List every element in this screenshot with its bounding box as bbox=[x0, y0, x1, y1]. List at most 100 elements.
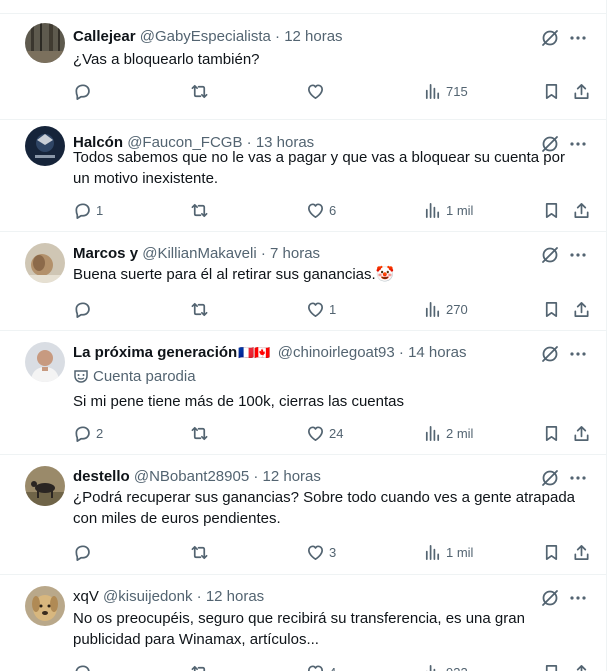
display-name[interactable]: Marcos y bbox=[73, 245, 138, 262]
handle[interactable]: @NBobant28905 bbox=[134, 468, 249, 485]
handle[interactable]: @kisuijedonk bbox=[103, 588, 192, 605]
timestamp[interactable]: 12 horas bbox=[206, 588, 264, 605]
separator: · bbox=[253, 468, 259, 485]
share-button[interactable] bbox=[572, 661, 595, 671]
tweet-header: destello @NBobant28905 · 12 horas bbox=[73, 467, 526, 487]
views-icon bbox=[425, 664, 436, 671]
like-button[interactable]: 4 bbox=[306, 661, 336, 671]
like-button[interactable]: 24 bbox=[306, 422, 343, 444]
grok-icon[interactable] bbox=[540, 28, 560, 48]
like-button[interactable]: 1 bbox=[306, 298, 336, 320]
reply-button[interactable] bbox=[73, 541, 96, 563]
reply-icon bbox=[75, 425, 90, 442]
reply-icon bbox=[75, 83, 90, 100]
handle[interactable]: @chinoirlegoat93 bbox=[278, 344, 395, 361]
tweet-text: Buena suerte para él al retirar sus gana… bbox=[73, 266, 395, 283]
repost-button[interactable] bbox=[190, 541, 213, 563]
bookmark-button[interactable] bbox=[542, 422, 565, 444]
share-button[interactable] bbox=[572, 422, 595, 444]
share-button[interactable] bbox=[572, 199, 595, 221]
more-icon[interactable] bbox=[568, 28, 588, 48]
share-icon bbox=[574, 83, 589, 99]
repost-icon bbox=[191, 426, 208, 440]
avatar[interactable] bbox=[25, 23, 65, 63]
name-flags: 🇫🇷🇨🇦 bbox=[238, 345, 271, 360]
views-button[interactable]: 2 mil bbox=[423, 422, 473, 444]
avatar[interactable] bbox=[25, 586, 65, 626]
display-name[interactable]: xqV bbox=[73, 588, 99, 605]
avatar[interactable] bbox=[25, 126, 65, 166]
bookmark-button[interactable] bbox=[542, 199, 565, 221]
tweet[interactable]: La próxima generación🇫🇷🇨🇦 @chinoirlegoat… bbox=[0, 331, 606, 455]
like-button[interactable]: 3 bbox=[306, 541, 336, 563]
parody-mask-icon bbox=[74, 370, 88, 383]
tweet[interactable]: destello @NBobant28905 · 12 horas ¿Podrá… bbox=[0, 455, 606, 575]
handle[interactable]: @GabyEspecialista bbox=[140, 28, 271, 45]
like-button[interactable] bbox=[306, 80, 329, 102]
replies-timeline: Callejear @GabyEspecialista · 12 horas ¿… bbox=[0, 0, 607, 671]
grok-icon[interactable] bbox=[540, 588, 560, 608]
reply-button[interactable] bbox=[73, 80, 96, 102]
repost-button[interactable] bbox=[190, 422, 213, 444]
handle[interactable]: @KillianMakaveli bbox=[142, 245, 256, 262]
views-button[interactable]: 715 bbox=[423, 80, 468, 102]
reply-button[interactable]: 1 bbox=[73, 199, 103, 221]
bookmark-button[interactable] bbox=[542, 80, 565, 102]
timestamp[interactable]: 12 horas bbox=[263, 468, 321, 485]
bookmark-button[interactable] bbox=[542, 298, 565, 320]
display-name[interactable]: destello bbox=[73, 468, 130, 485]
like-button[interactable]: 6 bbox=[306, 199, 336, 221]
bookmark-button[interactable] bbox=[542, 541, 565, 563]
repost-button[interactable] bbox=[190, 298, 213, 320]
more-icon[interactable] bbox=[568, 245, 588, 265]
separator: · bbox=[260, 245, 266, 262]
reply-button[interactable]: 2 bbox=[73, 422, 103, 444]
tweet-actions: 1 6 1 mil bbox=[73, 199, 593, 221]
display-name[interactable]: Callejear bbox=[73, 28, 136, 45]
tweet-text: No os preocupéis, seguro que recibirá su… bbox=[73, 610, 525, 648]
repost-icon bbox=[191, 84, 208, 98]
display-name[interactable]: La próxima generación bbox=[73, 344, 237, 361]
share-button[interactable] bbox=[572, 298, 595, 320]
tweet[interactable]: Callejear @GabyEspecialista · 12 horas ¿… bbox=[0, 13, 606, 120]
repost-button[interactable] bbox=[190, 80, 213, 102]
grok-icon[interactable] bbox=[540, 468, 560, 488]
timestamp[interactable]: 7 horas bbox=[270, 245, 320, 262]
tweet-actions: 1 270 bbox=[73, 298, 593, 320]
tweet-header: Marcos y @KillianMakaveli · 7 horas bbox=[73, 244, 526, 264]
more-icon[interactable] bbox=[568, 468, 588, 488]
reply-button[interactable] bbox=[73, 298, 96, 320]
repost-button[interactable] bbox=[190, 661, 213, 671]
views-button[interactable]: 270 bbox=[423, 298, 468, 320]
bookmark-button[interactable] bbox=[542, 661, 565, 671]
views-icon bbox=[425, 425, 440, 441]
parody-text: Cuenta parodia bbox=[93, 368, 196, 385]
share-button[interactable] bbox=[572, 80, 595, 102]
grok-icon[interactable] bbox=[540, 344, 560, 364]
repost-icon bbox=[191, 302, 208, 316]
avatar[interactable] bbox=[25, 243, 65, 283]
share-button[interactable] bbox=[572, 541, 595, 563]
views-button[interactable]: 932 bbox=[423, 661, 468, 671]
more-icon[interactable] bbox=[568, 588, 588, 608]
views-button[interactable]: 1 mil bbox=[423, 199, 473, 221]
view-count: 2 mil bbox=[446, 425, 474, 441]
grok-icon[interactable] bbox=[540, 245, 560, 265]
views-icon bbox=[425, 301, 440, 317]
heart-icon bbox=[307, 202, 324, 218]
timestamp[interactable]: 12 horas bbox=[284, 28, 342, 45]
reply-icon bbox=[75, 202, 90, 219]
share-icon bbox=[574, 425, 589, 441]
avatar[interactable] bbox=[25, 342, 65, 382]
like-count: 4 bbox=[329, 665, 336, 671]
timestamp[interactable]: 14 horas bbox=[408, 344, 466, 361]
reply-button[interactable] bbox=[73, 661, 96, 671]
avatar[interactable] bbox=[25, 466, 65, 506]
tweet[interactable]: xqV @kisuijedonk · 12 horas No os preocu… bbox=[0, 575, 606, 671]
views-button[interactable]: 1 mil bbox=[423, 541, 473, 563]
repost-button[interactable] bbox=[190, 199, 213, 221]
like-count: 24 bbox=[329, 425, 344, 441]
more-icon[interactable] bbox=[568, 344, 588, 364]
tweet[interactable]: Halcón @Faucon_FCGB · 13 horas Todos sab… bbox=[0, 120, 606, 232]
tweet[interactable]: Marcos y @KillianMakaveli · 7 horas Buen… bbox=[0, 232, 606, 331]
